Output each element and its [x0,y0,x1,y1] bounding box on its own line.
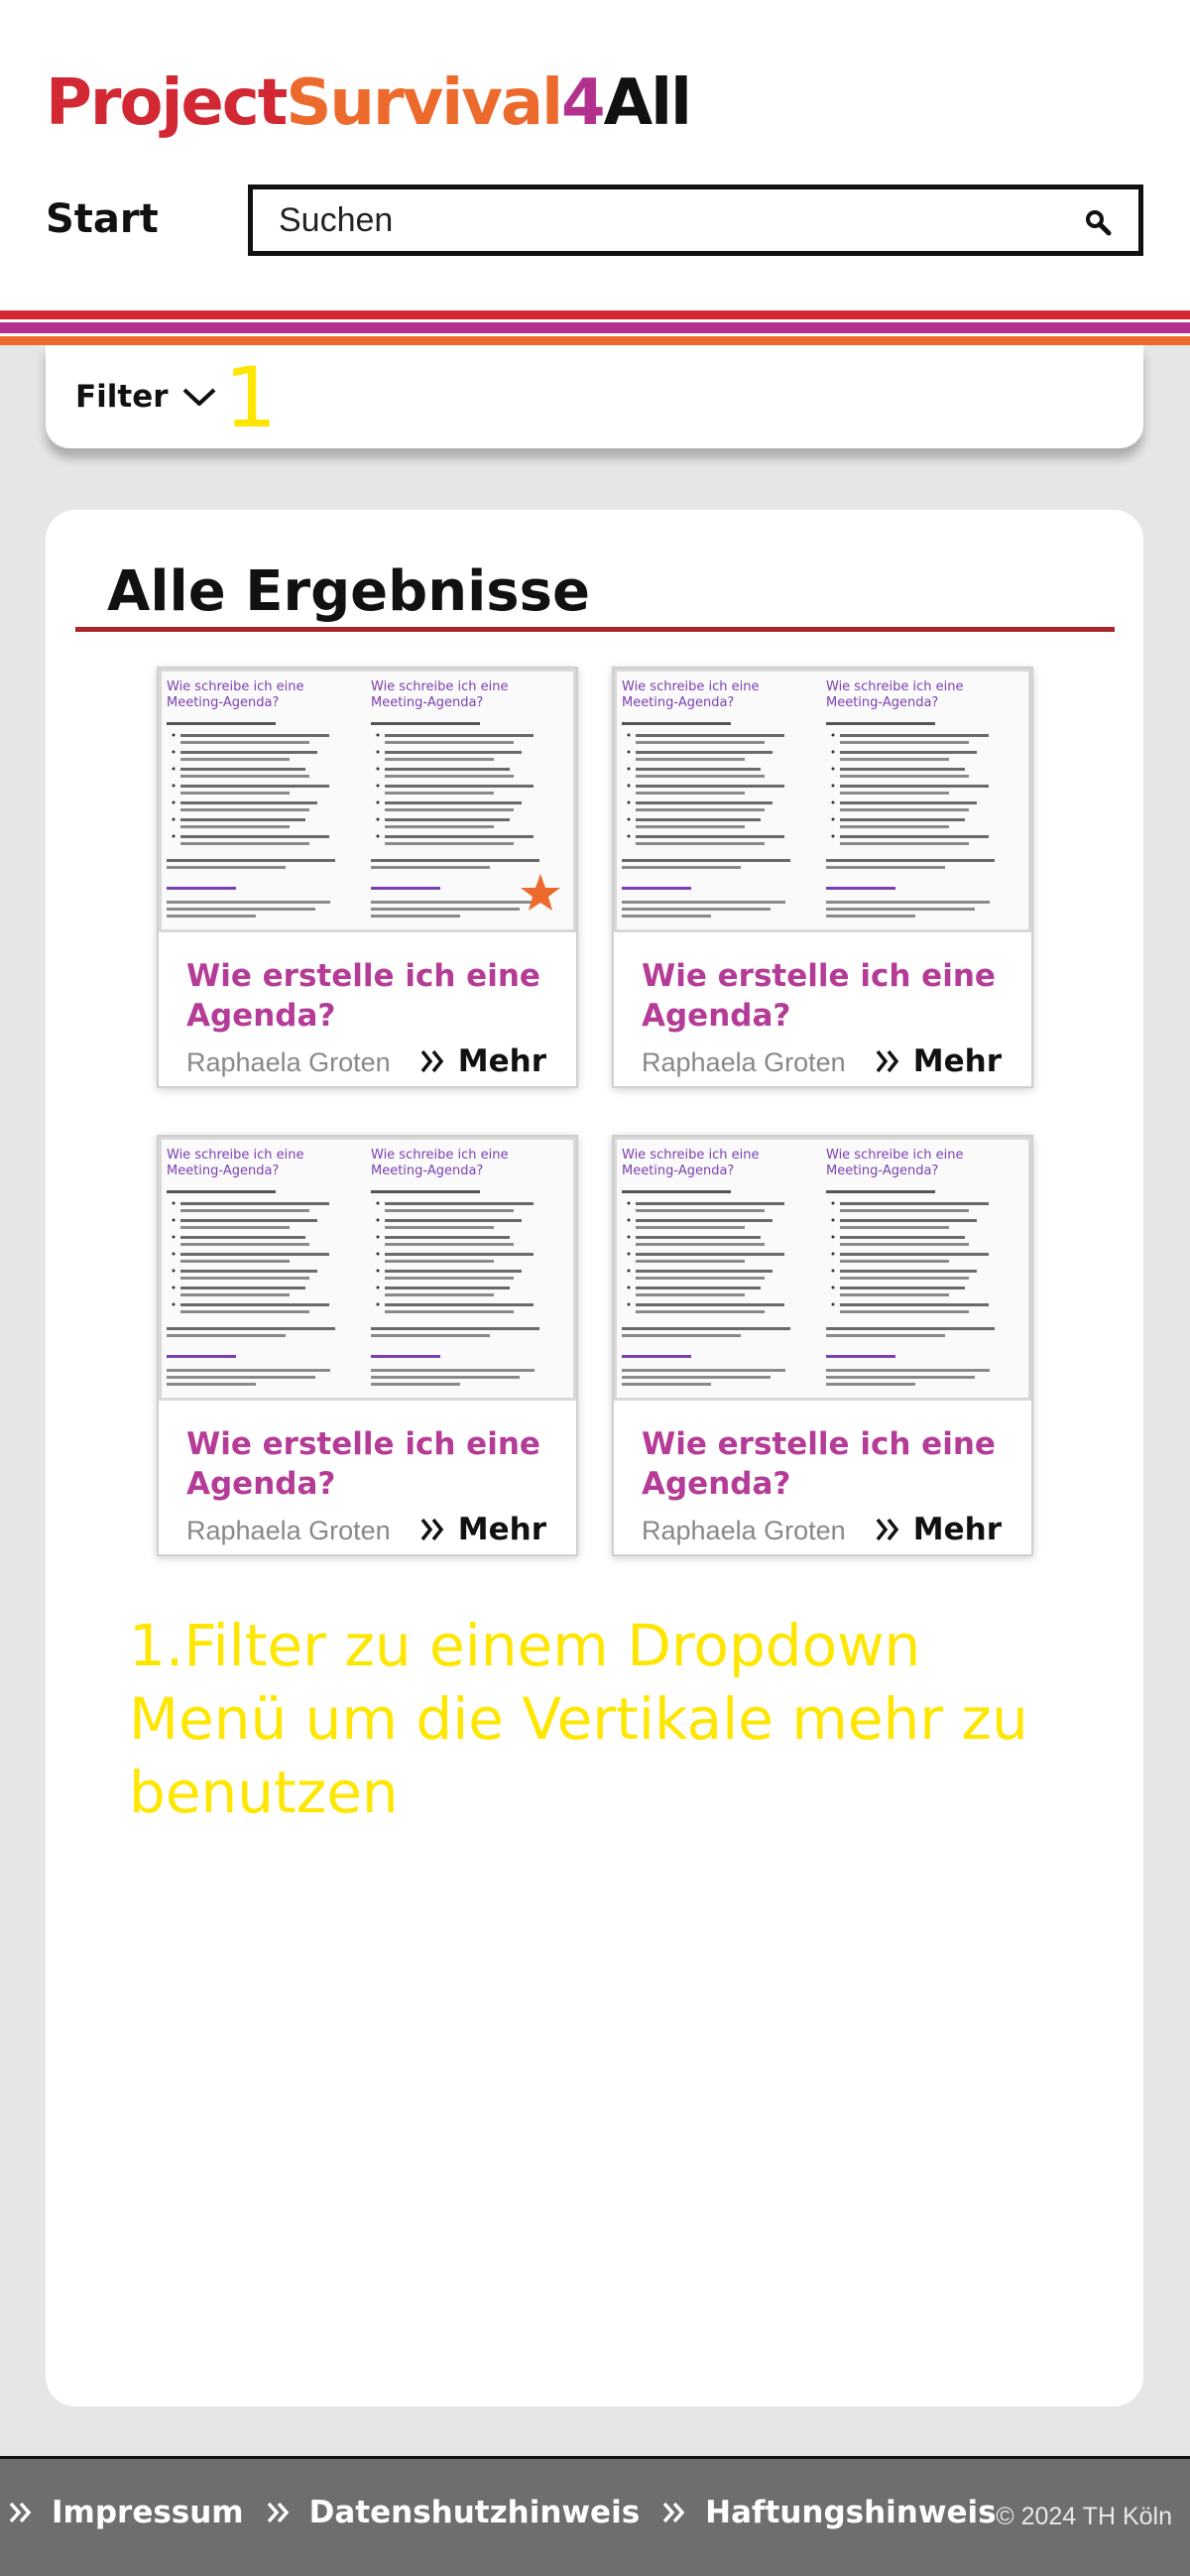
site-header: ProjectSurvival4All Start [0,0,1190,303]
filter-dropdown-toggle[interactable]: Filter [75,379,218,415]
card-more-label: Mehr [457,1043,546,1079]
svg-text:Wie schreibe ich eine: Wie schreibe ich eine [167,679,304,694]
svg-text:Wie schreibe ich eine: Wie schreibe ich eine [826,679,964,694]
brand-stripes [0,303,1190,348]
site-footer: Impressum Datenshutzhinweis Haftungshinw… [0,2456,1190,2576]
chevron-down-icon [182,388,215,406]
annotation-number: 1 [224,349,278,446]
svg-text:Wie schreibe ich eine: Wie schreibe ich eine [167,1148,304,1163]
card-more-link[interactable]: Mehr [418,1043,546,1079]
footer-link-impressum[interactable]: Impressum [8,2495,244,2530]
copyright-text: © 2024 TH Köln [996,2503,1172,2530]
footer-link-label: Datenshutzhinweis [308,2495,641,2530]
search-box [248,184,1143,256]
double-chevron-right-icon [420,1518,444,1541]
logo-part-survival: Survival [286,66,563,140]
double-chevron-right-icon [876,1518,899,1541]
logo-part-project: Project [46,66,288,140]
document-thumbnail: Wie schreibe ich eine Meeting-Agenda? Wie … [614,669,1031,932]
card-title[interactable]: Wie erstelle ich eine Agenda? [642,956,1018,1036]
document-thumbnail: Wie schreibe ich eine Meeting-Agenda? Wie … [614,1137,1031,1401]
svg-text:Meeting-Agenda?: Meeting-Agenda? [826,695,938,710]
card-author: Raphaela Groten [186,1516,391,1545]
footer-link-label: Haftungshinweis [705,2495,997,2530]
nav-start-link[interactable]: Start [46,194,159,244]
card-title[interactable]: Wie erstelle ich eine Agenda? [186,1424,563,1504]
svg-text:Wie schreibe ich eine: Wie schreibe ich eine [622,1148,760,1163]
search-input[interactable] [279,199,1052,241]
double-chevron-right-icon [9,2502,32,2523]
double-chevron-right-icon [662,2502,685,2523]
svg-text:Meeting-Agenda?: Meeting-Agenda? [371,695,483,710]
footer-link-datenschutz[interactable]: Datenshutzhinweis [266,2495,641,2530]
document-thumbnail: Wie schreibe ich eine Meeting-Agenda? Wie … [159,669,576,932]
svg-text:Wie schreibe ich eine: Wie schreibe ich eine [826,1148,964,1163]
result-card[interactable]: Wie schreibe ich eine Meeting-Agenda? Wie … [157,1135,578,1556]
card-more-link[interactable]: Mehr [418,1512,546,1547]
footer-link-haftung[interactable]: Haftungshinweis [661,2495,997,2530]
card-more-label: Mehr [912,1512,1002,1547]
svg-text:Meeting-Agenda?: Meeting-Agenda? [826,1164,938,1178]
document-thumbnail: Wie schreibe ich eine Meeting-Agenda? Wie … [159,1137,576,1401]
result-card[interactable]: Wie schreibe ich eine Meeting-Agenda? Wie … [612,1135,1033,1556]
svg-text:Meeting-Agenda?: Meeting-Agenda? [622,695,734,710]
site-logo[interactable]: ProjectSurvival4All [46,63,692,143]
card-more-link[interactable]: Mehr [874,1043,1002,1079]
svg-text:Meeting-Agenda?: Meeting-Agenda? [622,1164,734,1178]
annotation-text: 1.Filter zu einem Dropdown Menü um die V… [129,1612,1028,1826]
card-title[interactable]: Wie erstelle ich eine Agenda? [642,1424,1018,1504]
search-icon[interactable] [1083,207,1113,237]
logo-part-4: 4 [561,66,606,140]
card-author: Raphaela Groten [642,1516,846,1545]
card-author: Raphaela Groten [642,1047,846,1077]
svg-text:Wie schreibe ich eine: Wie schreibe ich eine [622,679,760,694]
card-more-label: Mehr [912,1043,1002,1079]
card-author: Raphaela Groten [186,1047,391,1077]
svg-text:Meeting-Agenda?: Meeting-Agenda? [371,1164,483,1178]
card-more-label: Mehr [457,1512,546,1547]
logo-part-all: All [603,66,692,140]
card-more-link[interactable]: Mehr [874,1512,1002,1547]
card-title[interactable]: Wie erstelle ich eine Agenda? [186,956,563,1036]
footer-link-label: Impressum [52,2495,244,2530]
footer-links: Impressum Datenshutzhinweis Haftungshinw… [8,2495,1018,2530]
svg-text:Wie schreibe ich eine: Wie schreibe ich eine [371,679,509,694]
results-panel: Alle Ergebnisse Wie schreibe ich eine Mee… [46,510,1143,2406]
svg-text:Meeting-Agenda?: Meeting-Agenda? [167,1164,279,1178]
double-chevron-right-icon [267,2502,289,2523]
svg-text:Wie schreibe ich eine: Wie schreibe ich eine [371,1148,509,1163]
svg-text:Meeting-Agenda?: Meeting-Agenda? [167,695,279,710]
double-chevron-right-icon [420,1049,444,1073]
result-card[interactable]: Wie schreibe ich eine Meeting-Agenda? Wie … [157,667,578,1088]
filter-label: Filter [75,379,169,415]
results-divider [75,627,1115,632]
result-card[interactable]: Wie schreibe ich eine Meeting-Agenda? Wie … [612,667,1033,1088]
results-title: Alle Ergebnisse [107,559,590,624]
filter-bar: Filter 1 [46,345,1143,448]
double-chevron-right-icon [876,1049,899,1073]
